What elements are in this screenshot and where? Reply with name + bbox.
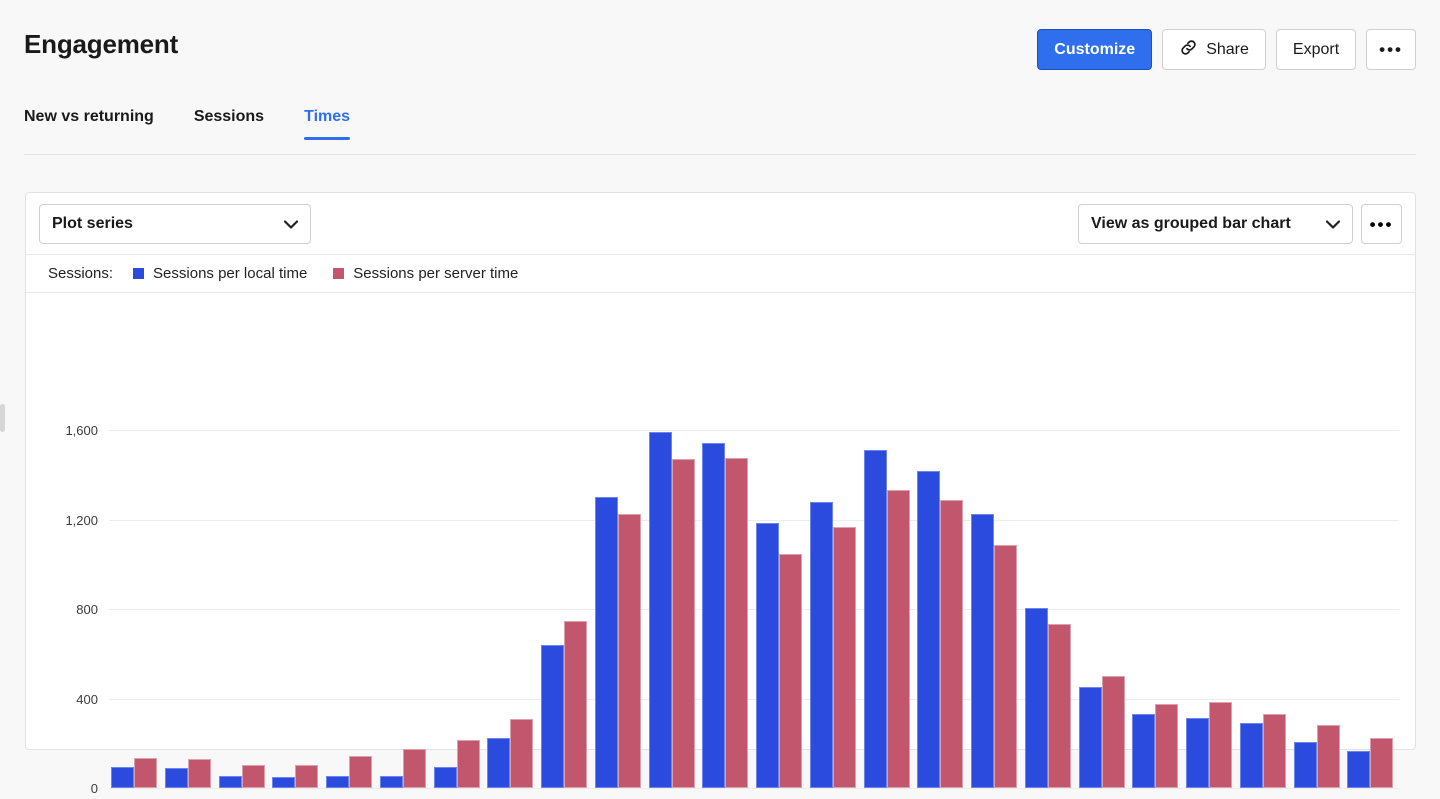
bar-server-3[interactable]: [295, 764, 319, 788]
bar-server-21[interactable]: [1262, 714, 1286, 788]
engagement-analytics-page: Engagement Customize Share Export ••• Ne…: [0, 0, 1440, 799]
bar-server-13[interactable]: [832, 527, 856, 788]
page-header: Engagement Customize Share Export •••: [0, 0, 1440, 100]
legend-label-server-time: Sessions per server time: [353, 265, 519, 282]
bar-server-23[interactable]: [1370, 737, 1394, 788]
bar-server-12[interactable]: [779, 554, 802, 788]
bar-local-22[interactable]: [1293, 742, 1317, 788]
bar-server-11[interactable]: [725, 457, 749, 788]
export-button[interactable]: Export: [1275, 29, 1357, 70]
ellipsis-icon: •••: [1369, 214, 1394, 234]
tab-times[interactable]: Times: [304, 108, 350, 140]
bar-local-7[interactable]: [487, 737, 511, 788]
share-button-label: Share: [1206, 40, 1249, 58]
chart-legend: Sessions: Sessions per local time Sessio…: [26, 255, 1415, 293]
bar-server-0[interactable]: [134, 757, 157, 788]
bar-server-20[interactable]: [1209, 701, 1232, 788]
bar-local-17[interactable]: [1024, 607, 1048, 788]
bar-local-1[interactable]: [164, 767, 188, 788]
chevron-down-icon: [1310, 217, 1341, 232]
bar-server-2[interactable]: [241, 764, 265, 788]
more-options-button[interactable]: •••: [1366, 29, 1416, 70]
chart-toolbar: Plot series View as grouped bar chart ••…: [26, 193, 1415, 255]
bar-server-7[interactable]: [510, 718, 534, 788]
tab-new-vs-returning[interactable]: New vs returning: [24, 108, 154, 140]
bar-server-16[interactable]: [994, 545, 1017, 788]
bar-local-6[interactable]: [433, 766, 457, 788]
y-axis-tick-label: 0: [90, 781, 98, 796]
bar-server-9[interactable]: [617, 513, 641, 788]
chart-bars: [26, 293, 1415, 788]
grouped-bar-chart: 04008001,2001,600 01:00 AM03:00 AM05:00 …: [26, 293, 1415, 796]
bar-local-15[interactable]: [917, 471, 941, 788]
share-button[interactable]: Share: [1162, 29, 1266, 70]
link-icon: [1179, 38, 1198, 62]
export-button-label: Export: [1292, 40, 1340, 58]
bar-local-13[interactable]: [809, 501, 833, 788]
bar-local-18[interactable]: [1078, 687, 1102, 788]
plot-series-select[interactable]: Plot series: [39, 204, 311, 244]
tab-bar: New vs returning Sessions Times: [24, 108, 350, 140]
bar-local-11[interactable]: [702, 443, 726, 788]
bar-server-14[interactable]: [886, 490, 910, 788]
plot-series-select-value: Plot series: [52, 215, 133, 232]
bar-local-3[interactable]: [272, 776, 296, 788]
bar-server-8[interactable]: [564, 621, 587, 788]
bar-local-10[interactable]: [648, 432, 672, 788]
chart-more-options-button[interactable]: •••: [1361, 204, 1402, 244]
bar-local-16[interactable]: [971, 513, 994, 788]
chevron-down-icon: [268, 217, 299, 232]
bar-server-1[interactable]: [187, 758, 211, 788]
tab-bar-divider: [24, 154, 1416, 155]
bar-server-5[interactable]: [402, 748, 426, 788]
legend-group-label: Sessions:: [48, 265, 114, 282]
gridline: [109, 788, 1399, 789]
legend-swatch-local-time: [133, 268, 145, 279]
bar-server-10[interactable]: [671, 459, 695, 788]
bar-server-4[interactable]: [349, 755, 372, 788]
bar-server-19[interactable]: [1155, 704, 1179, 788]
bar-local-8[interactable]: [541, 644, 564, 788]
bar-server-17[interactable]: [1047, 623, 1071, 788]
page-title: Engagement: [24, 29, 179, 59]
bar-server-22[interactable]: [1316, 725, 1340, 788]
bar-local-20[interactable]: [1186, 717, 1209, 788]
bar-local-0[interactable]: [111, 766, 134, 788]
bar-server-18[interactable]: [1101, 676, 1125, 788]
bar-local-4[interactable]: [326, 775, 349, 788]
customize-button-label: Customize: [1054, 40, 1136, 58]
bar-local-2[interactable]: [218, 775, 242, 788]
bar-local-14[interactable]: [863, 450, 887, 788]
legend-item-local-time[interactable]: Sessions per local time: [133, 265, 307, 282]
chart-card: Plot series View as grouped bar chart ••…: [25, 192, 1416, 796]
tab-sessions[interactable]: Sessions: [194, 108, 264, 140]
bar-local-9[interactable]: [594, 497, 618, 788]
header-actions: Customize Share Export •••: [1037, 29, 1416, 70]
view-as-select-value: View as grouped bar chart: [1091, 215, 1291, 232]
legend-item-server-time[interactable]: Sessions per server time: [333, 265, 518, 282]
page-scrollbar-thumb[interactable]: [0, 404, 5, 432]
bar-local-5[interactable]: [379, 775, 403, 788]
bar-server-15[interactable]: [940, 500, 964, 788]
bar-local-12[interactable]: [756, 522, 779, 788]
ellipsis-icon: •••: [1379, 40, 1403, 59]
bar-local-21[interactable]: [1239, 723, 1263, 788]
legend-swatch-server-time: [333, 268, 345, 279]
customize-button[interactable]: Customize: [1037, 29, 1153, 70]
bar-local-23[interactable]: [1347, 751, 1371, 788]
legend-label-local-time: Sessions per local time: [153, 265, 308, 282]
view-as-select[interactable]: View as grouped bar chart: [1078, 204, 1353, 244]
bar-server-6[interactable]: [456, 739, 480, 788]
bar-local-19[interactable]: [1132, 714, 1156, 788]
